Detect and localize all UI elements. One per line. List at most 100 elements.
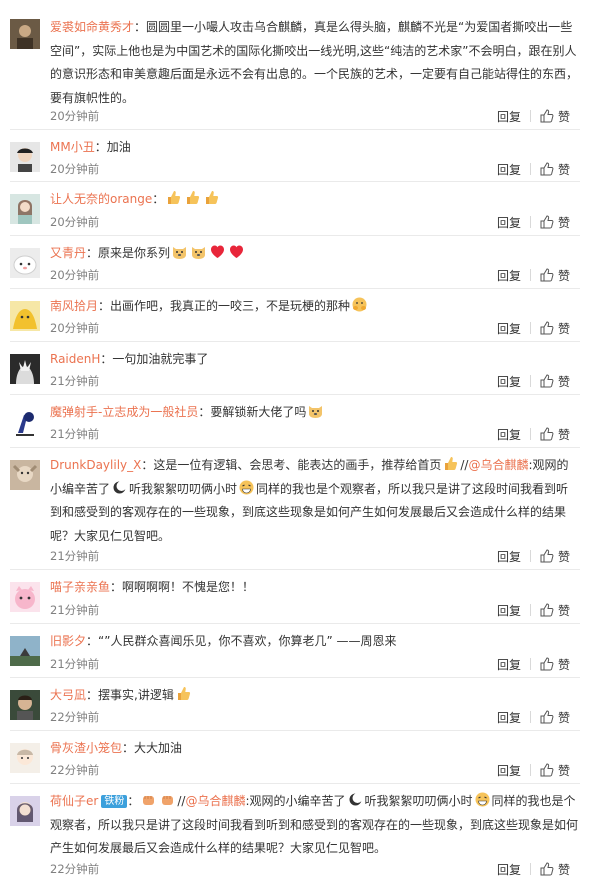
colon: ： xyxy=(122,741,135,755)
reply-button[interactable]: 回复 xyxy=(497,861,521,878)
comment-username[interactable]: DrunkDaylily_X xyxy=(50,458,141,472)
reply-button[interactable]: 回复 xyxy=(497,320,521,337)
like-label: 赞 xyxy=(557,603,570,618)
like-label: 赞 xyxy=(557,215,570,230)
action-separator xyxy=(529,216,531,228)
user-avatar[interactable] xyxy=(10,19,40,49)
reply-button[interactable]: 回复 xyxy=(497,656,521,673)
comment-actions: 回复 赞 xyxy=(497,426,570,442)
reply-button[interactable]: 回复 xyxy=(497,373,521,390)
comment-item: 南风拾月：出画作吧，我真正的一咬三，不是玩梗的那种 20分钟前 回复 赞 xyxy=(0,289,590,342)
comment-content: 大大加油 xyxy=(134,741,183,755)
like-button[interactable]: 赞 xyxy=(540,861,570,878)
like-button[interactable]: 赞 xyxy=(540,373,570,390)
comment-actions: 回复 赞 xyxy=(497,762,570,778)
action-separator xyxy=(529,322,531,334)
user-avatar[interactable] xyxy=(10,407,40,437)
thumbs-up-icon xyxy=(540,321,554,335)
thumbs-up-icon xyxy=(540,427,554,441)
thumbs-up-icon xyxy=(540,657,554,671)
comment-item: 又青丹：原来是你系列 20分钟前 回复 赞 xyxy=(0,236,590,289)
comment-username[interactable]: 荷仙子er xyxy=(50,794,98,808)
user-avatar[interactable] xyxy=(10,142,40,172)
comment-actions: 回复 赞 xyxy=(497,709,570,725)
comment-username[interactable]: 又青丹 xyxy=(50,246,86,260)
thumbs-up-icon xyxy=(540,215,554,229)
like-button[interactable]: 赞 xyxy=(540,320,570,337)
thumbs-up-emoji-icon xyxy=(206,191,219,204)
action-separator xyxy=(529,269,531,281)
comment-username[interactable]: 大弓凪 xyxy=(50,688,86,702)
user-avatar[interactable] xyxy=(10,301,40,331)
comment-username[interactable]: 魔弹射手-立志成为一般社员 xyxy=(50,405,198,419)
comment-actions: 回复 赞 xyxy=(497,267,570,283)
colon: ： xyxy=(94,140,107,154)
like-button[interactable]: 赞 xyxy=(540,602,570,619)
reply-button[interactable]: 回复 xyxy=(497,548,521,565)
like-button[interactable]: 赞 xyxy=(540,426,570,443)
like-button[interactable]: 赞 xyxy=(540,161,570,178)
colon: ： xyxy=(86,246,99,260)
comment-item: 荷仙子er 铁粉：//@乌合麒麟:观网的小编辛苦了 听我絮絮叨叨俩小时 同样的我也是个… xyxy=(0,784,590,881)
user-avatar[interactable] xyxy=(10,460,40,490)
mention-link[interactable]: @乌合麒麟 xyxy=(468,458,528,472)
reply-button[interactable]: 回复 xyxy=(497,709,521,726)
comment-actions: 回复 赞 xyxy=(497,373,570,389)
thumbs-up-emoji-icon xyxy=(177,687,190,700)
comment-text: 旧影夕：“”人民群众喜闻乐见，你不喜欢，你算老几” ——周恩来 xyxy=(50,630,580,654)
comment-username[interactable]: 骨灰渣小笼包 xyxy=(50,741,122,755)
comment-username[interactable]: 旧影夕 xyxy=(50,634,86,648)
doge-emoji-icon xyxy=(309,406,323,418)
user-avatar[interactable] xyxy=(10,194,40,224)
colon: ： xyxy=(86,634,99,648)
like-button[interactable]: 赞 xyxy=(540,548,570,565)
reply-button[interactable]: 回复 xyxy=(497,762,521,779)
comment-actions: 回复 赞 xyxy=(497,320,570,336)
heart-icon xyxy=(230,245,244,258)
comment-username[interactable]: 南风拾月 xyxy=(50,299,98,313)
like-button[interactable]: 赞 xyxy=(540,214,570,231)
like-label: 赞 xyxy=(557,427,570,442)
comment-item: 旧影夕：“”人民群众喜闻乐见，你不喜欢，你算老几” ——周恩来 21分钟前 回复… xyxy=(0,624,590,678)
comment-username[interactable]: 让人无奈的orange xyxy=(50,192,152,206)
thumbs-up-icon xyxy=(540,268,554,282)
comment-text: 荷仙子er 铁粉：//@乌合麒麟:观网的小编辛苦了 听我絮絮叨叨俩小时 同样的我也是个… xyxy=(50,790,580,861)
comment-username[interactable]: MM小丑 xyxy=(50,140,95,154)
like-button[interactable]: 赞 xyxy=(540,267,570,284)
colon: ： xyxy=(141,458,154,472)
reply-button[interactable]: 回复 xyxy=(497,161,521,178)
action-separator xyxy=(529,428,531,440)
comment-username[interactable]: 喵子亲亲鱼 xyxy=(50,580,110,594)
reply-button[interactable]: 回复 xyxy=(497,267,521,284)
user-avatar[interactable] xyxy=(10,248,40,278)
reply-button[interactable]: 回复 xyxy=(497,108,521,125)
comment-actions: 回复 赞 xyxy=(497,548,570,564)
action-separator xyxy=(529,110,531,122)
user-avatar[interactable] xyxy=(10,582,40,612)
cover-face-emoji-icon xyxy=(352,297,367,312)
moon-emoji-icon xyxy=(113,480,127,493)
reply-button[interactable]: 回复 xyxy=(497,426,521,443)
reply-button[interactable]: 回复 xyxy=(497,214,521,231)
comment-content: 要解锁新大佬了吗 xyxy=(210,405,307,419)
comment-username[interactable]: RaidenH xyxy=(50,352,100,366)
mention-link[interactable]: @乌合麒麟 xyxy=(185,794,245,808)
user-avatar[interactable] xyxy=(10,354,40,384)
action-separator xyxy=(529,604,531,616)
like-button[interactable]: 赞 xyxy=(540,762,570,779)
fan-badge[interactable]: 铁粉 xyxy=(101,795,128,808)
comment-content: 啊啊啊啊！不愧是您！！ xyxy=(122,580,255,594)
comment-text: 又青丹：原来是你系列 xyxy=(50,242,580,266)
like-label: 赞 xyxy=(557,862,570,877)
user-avatar[interactable] xyxy=(10,636,40,666)
like-button[interactable]: 赞 xyxy=(540,656,570,673)
user-avatar[interactable] xyxy=(10,796,40,826)
comment-username[interactable]: 爱裘如命黄秀才 xyxy=(50,20,134,34)
user-avatar[interactable] xyxy=(10,690,40,720)
like-button[interactable]: 赞 xyxy=(540,709,570,726)
user-avatar[interactable] xyxy=(10,743,40,773)
comment-text: 骨灰渣小笼包：大大加油 xyxy=(50,737,580,761)
like-button[interactable]: 赞 xyxy=(540,108,570,125)
comment-text: 魔弹射手-立志成为一般社员：要解锁新大佬了吗 xyxy=(50,401,580,425)
reply-button[interactable]: 回复 xyxy=(497,602,521,619)
